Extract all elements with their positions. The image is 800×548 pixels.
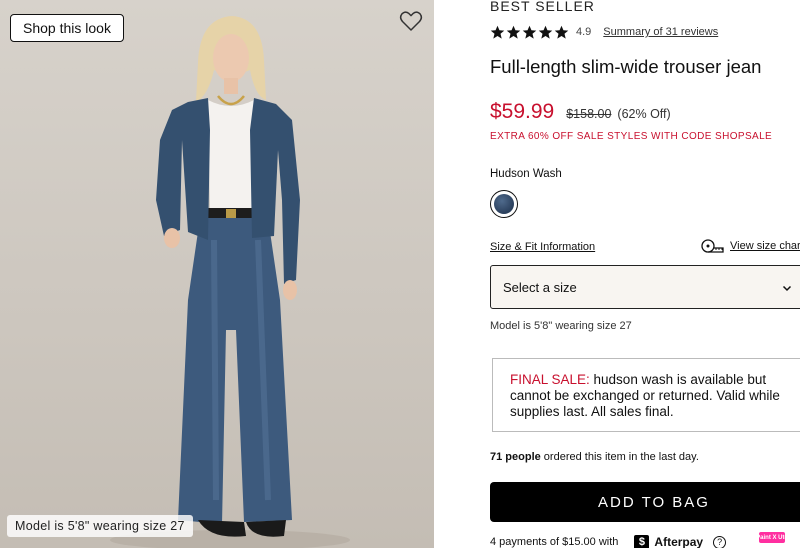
percent-off: (62% Off) — [617, 107, 671, 121]
afterpay-text: 4 payments of $15.00 with — [490, 536, 619, 548]
model-size-note: Model is 5'8" wearing size 27 — [490, 320, 632, 332]
size-select[interactable]: Select a size — [490, 265, 800, 309]
product-title: Full-length slim-wide trouser jean — [490, 56, 762, 77]
product-details: BEST SELLER 4.9 Summary of 31 reviews Fu… — [490, 0, 800, 548]
star-icon — [554, 25, 569, 39]
social-proof: 71 people ordered this item in the last … — [490, 451, 699, 463]
model-illustration — [110, 16, 350, 548]
chevron-down-icon — [782, 285, 792, 292]
sale-price: $59.99 — [490, 100, 555, 123]
order-count: 71 people — [490, 451, 541, 463]
model-size-caption: Model is 5'8" wearing size 27 — [7, 515, 193, 537]
size-select-value: Select a size — [503, 280, 577, 295]
reviews-summary-link[interactable]: Summary of 31 reviews — [603, 26, 718, 38]
best-seller-label: BEST SELLER — [490, 0, 595, 14]
view-size-chart-link[interactable]: View size chart — [700, 238, 800, 254]
afterpay-brand: Afterpay — [654, 535, 704, 548]
heart-icon[interactable] — [399, 10, 423, 32]
price-row: $59.99 $158.00 (62% Off) — [490, 100, 671, 124]
final-sale-notice: FINAL SALE: hudson wash is available but… — [492, 358, 800, 432]
promo-message: EXTRA 60% OFF SALE STYLES WITH CODE SHOP… — [490, 131, 773, 142]
star-icon — [522, 25, 537, 39]
rating-row: 4.9 Summary of 31 reviews — [490, 23, 718, 41]
product-image[interactable]: Shop this look Model is 5'8" wearing siz… — [0, 0, 434, 548]
extension-badge[interactable]: Paint X Ute — [756, 532, 788, 543]
size-chart-label: View size chart — [730, 240, 800, 252]
star-icon — [506, 25, 521, 39]
star-icon — [538, 25, 553, 39]
color-swatch-icon[interactable] — [490, 190, 518, 218]
final-sale-label: FINAL SALE: — [510, 372, 590, 387]
shop-this-look-button[interactable]: Shop this look — [10, 14, 124, 42]
original-price: $158.00 — [566, 107, 612, 121]
color-name: Hudson Wash — [490, 168, 562, 180]
afterpay-logo: $ Afterpay — [634, 534, 704, 548]
star-icon — [490, 25, 505, 39]
rating-value: 4.9 — [576, 26, 592, 38]
star-rating — [490, 25, 569, 40]
order-count-text: ordered this item in the last day. — [540, 451, 699, 463]
measuring-tape-icon — [701, 239, 724, 253]
afterpay-row: 4 payments of $15.00 with $ Afterpay ? — [490, 534, 727, 548]
add-to-bag-button[interactable]: ADD TO BAG — [490, 482, 800, 522]
help-icon[interactable]: ? — [713, 535, 727, 548]
size-fit-link[interactable]: Size & Fit Information — [490, 241, 595, 253]
afterpay-icon: $ — [634, 534, 650, 548]
